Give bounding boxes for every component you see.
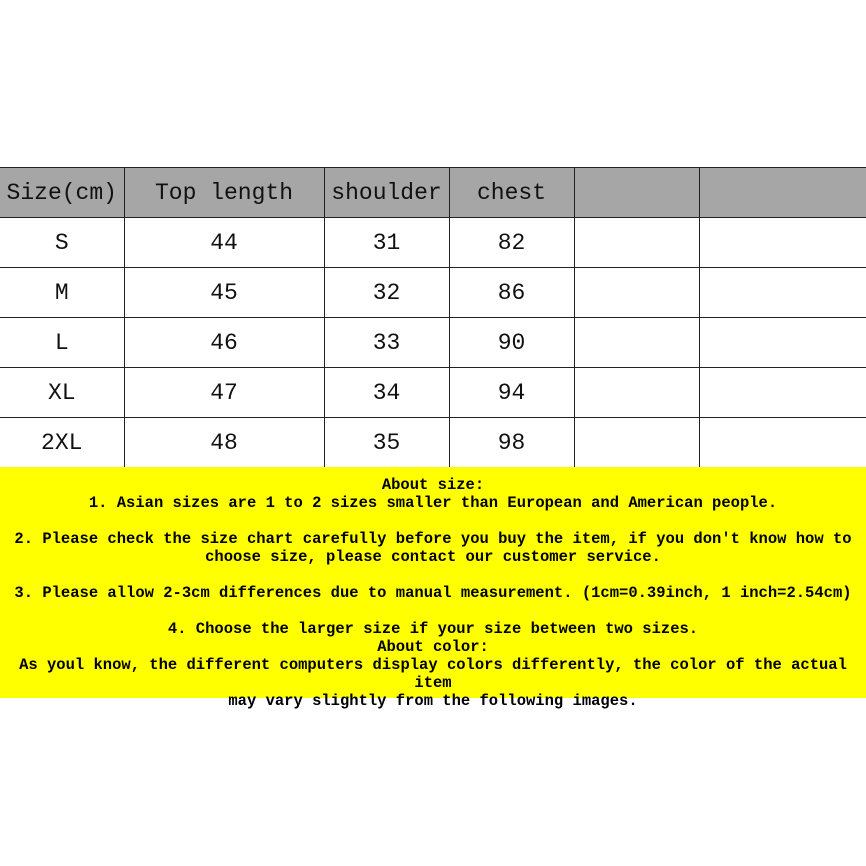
- table-cell: 86: [448, 267, 575, 318]
- table-cell: 94: [448, 367, 575, 418]
- table-cell: 33: [323, 317, 450, 368]
- header-cell: shoulder: [323, 167, 450, 218]
- table-cell: 47: [123, 367, 325, 418]
- notes-panel: About size: 1. Asian sizes are 1 to 2 si…: [0, 467, 866, 710]
- table-cell: 45: [123, 267, 325, 318]
- note-1: 1. Asian sizes are 1 to 2 sizes smaller …: [88, 494, 778, 512]
- table-cell: [573, 367, 700, 418]
- table-cell: 35: [323, 417, 450, 468]
- table-cell: 46: [123, 317, 325, 368]
- table-cell: [573, 317, 700, 368]
- table-cell: S: [0, 217, 125, 268]
- table-cell: M: [0, 267, 125, 318]
- header-cell: [573, 167, 700, 218]
- table-cell: 44: [123, 217, 325, 268]
- color-note-cont: may vary slightly from the following ima…: [228, 692, 638, 710]
- note-2: 2. Please check the size chart carefully…: [14, 530, 852, 548]
- table-cell: 2XL: [0, 417, 125, 468]
- table-row: L 46 33 90: [0, 317, 866, 368]
- note-4: 4. Choose the larger size if your size b…: [167, 620, 699, 638]
- table-cell: [698, 317, 866, 368]
- table-cell: 32: [323, 267, 450, 318]
- table-cell: [698, 267, 866, 318]
- note-2-cont: choose size, please contact our customer…: [205, 548, 661, 566]
- table-row: XL 47 34 94: [0, 367, 866, 418]
- size-chart-table: Size(cm) Top length shoulder chest S 44 31 82 M 4…: [0, 167, 866, 468]
- table-cell: [698, 417, 866, 468]
- table-cell: [698, 367, 866, 418]
- table-cell: L: [0, 317, 125, 368]
- color-note: As youl know, the different computers di…: [19, 656, 847, 692]
- header-cell: chest: [448, 167, 575, 218]
- header-cell: Top length: [123, 167, 325, 218]
- header-cell: Size(cm): [0, 167, 125, 218]
- header-cell: [698, 167, 866, 218]
- table-cell: [698, 217, 866, 268]
- table-cell: [573, 217, 700, 268]
- table-row: S 44 31 82: [0, 217, 866, 268]
- table-cell: 98: [448, 417, 575, 468]
- table-cell: 48: [123, 417, 325, 468]
- table-row: M 45 32 86: [0, 267, 866, 318]
- table-cell: 31: [323, 217, 450, 268]
- table-cell: 34: [323, 367, 450, 418]
- table-cell: XL: [0, 367, 125, 418]
- note-3: 3. Please allow 2-3cm differences due to…: [14, 584, 852, 602]
- table-cell: 82: [448, 217, 575, 268]
- about-color-title: About color:: [377, 638, 489, 656]
- table-row: 2XL 48 35 98: [0, 417, 866, 468]
- table-header-row: Size(cm) Top length shoulder chest: [0, 167, 866, 218]
- table-cell: 90: [448, 317, 575, 368]
- about-size-title: About size:: [381, 476, 485, 494]
- table-cell: [573, 417, 700, 468]
- table-cell: [573, 267, 700, 318]
